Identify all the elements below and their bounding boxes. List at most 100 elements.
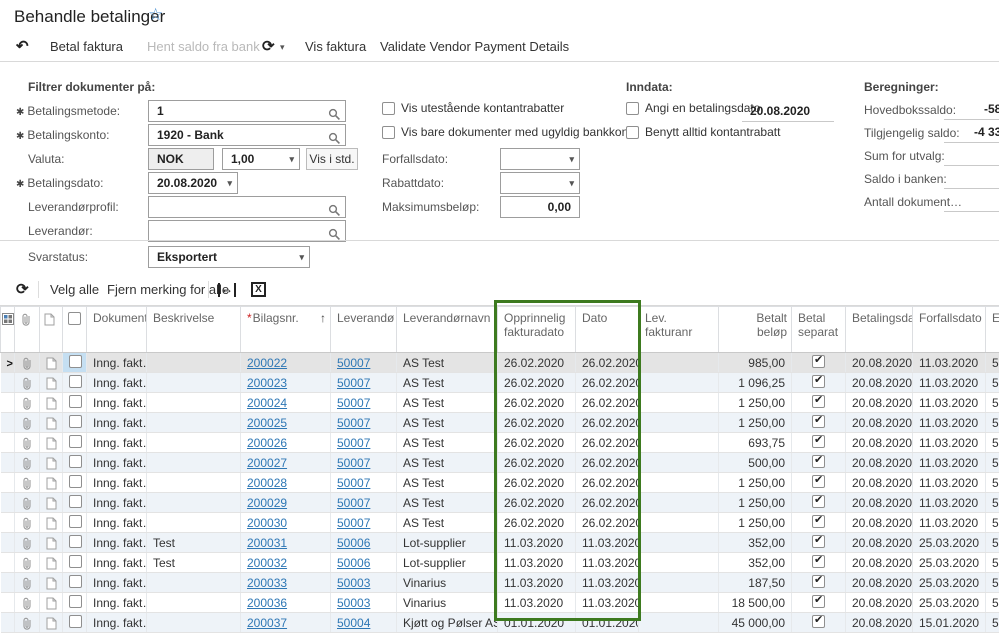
header-opprinnelig-fakturadato[interactable]: Opprinnelig fakturadato bbox=[498, 307, 576, 353]
leverandor-link[interactable]: 50003 bbox=[337, 596, 370, 610]
bilagsnr-cell[interactable]: 200037 bbox=[241, 613, 331, 633]
row-checkbox[interactable] bbox=[63, 493, 87, 513]
table-row[interactable]: Inng. fakt…20002450007AS Test26.02.20202… bbox=[1, 393, 999, 413]
betal-separat-cell[interactable] bbox=[792, 433, 846, 453]
bilagsnr-link[interactable]: 200024 bbox=[247, 396, 287, 410]
leverandor-cell[interactable]: 50006 bbox=[331, 533, 397, 553]
attachment-icon[interactable] bbox=[15, 573, 40, 593]
betal-separat-checkbox[interactable] bbox=[812, 515, 825, 528]
valuta-rate-dropdown[interactable]: 1,00▾ bbox=[222, 148, 300, 170]
header-betal-separat[interactable]: Betal separat bbox=[792, 307, 846, 353]
bilagsnr-link[interactable]: 200026 bbox=[247, 436, 287, 450]
leverandor-link[interactable]: 50007 bbox=[337, 416, 370, 430]
leverandorprofil-field[interactable] bbox=[148, 196, 346, 218]
bilagsnr-cell[interactable]: 200033 bbox=[241, 573, 331, 593]
note-icon[interactable] bbox=[40, 533, 63, 553]
note-icon[interactable] bbox=[40, 593, 63, 613]
select-all-checkbox[interactable] bbox=[63, 307, 87, 353]
note-icon[interactable] bbox=[40, 353, 63, 373]
table-row[interactable]: >Inng. fakt…20002250007AS Test26.02.2020… bbox=[1, 353, 999, 373]
betal-separat-cell[interactable] bbox=[792, 613, 846, 633]
validate-vendor-button[interactable]: Validate Vendor Payment Details bbox=[380, 33, 569, 61]
note-icon[interactable] bbox=[40, 553, 63, 573]
header-bilagsnr[interactable]: ↑*Bilagsnr. bbox=[241, 307, 331, 353]
grid-refresh-icon[interactable]: ⟳ bbox=[16, 274, 29, 305]
header-betalt-belop[interactable]: Betalt beløp bbox=[719, 307, 792, 353]
note-icon[interactable] bbox=[40, 513, 63, 533]
note-icon[interactable] bbox=[40, 573, 63, 593]
header-beskrivelse[interactable]: Beskrivelse bbox=[147, 307, 241, 353]
export-excel-icon[interactable]: X bbox=[251, 282, 266, 297]
leverandor-cell[interactable]: 50007 bbox=[331, 453, 397, 473]
leverandor-cell[interactable]: 50007 bbox=[331, 373, 397, 393]
row-checkbox[interactable] bbox=[63, 353, 87, 373]
leverandor-link[interactable]: 50004 bbox=[337, 616, 370, 630]
row-checkbox[interactable] bbox=[63, 573, 87, 593]
angi-betalingsdato-date[interactable]: 20.08.2020 bbox=[742, 102, 834, 122]
svarstatus-dropdown[interactable]: Eksportert▾ bbox=[148, 246, 310, 268]
attachment-icon[interactable] bbox=[15, 373, 40, 393]
leverandor-cell[interactable]: 50007 bbox=[331, 473, 397, 493]
note-icon[interactable] bbox=[40, 413, 63, 433]
bilagsnr-cell[interactable]: 200026 bbox=[241, 433, 331, 453]
row-checkbox[interactable] bbox=[63, 593, 87, 613]
table-row[interactable]: Inng. fakt…20003650003Vinarius11.03.2020… bbox=[1, 593, 999, 613]
bilagsnr-link[interactable]: 200033 bbox=[247, 576, 287, 590]
leverandor-link[interactable]: 50003 bbox=[337, 576, 370, 590]
bilagsnr-cell[interactable]: 200030 bbox=[241, 513, 331, 533]
attachment-icon[interactable] bbox=[15, 473, 40, 493]
betal-separat-checkbox[interactable] bbox=[812, 415, 825, 428]
bilagsnr-cell[interactable]: 200036 bbox=[241, 593, 331, 613]
attachment-icon[interactable] bbox=[15, 533, 40, 553]
header-dato[interactable]: Dato bbox=[576, 307, 639, 353]
leverandor-link[interactable]: 50007 bbox=[337, 436, 370, 450]
betal-faktura-button[interactable]: Betal faktura bbox=[50, 33, 123, 61]
note-icon[interactable] bbox=[40, 613, 63, 633]
betal-separat-cell[interactable] bbox=[792, 513, 846, 533]
bilagsnr-link[interactable]: 200027 bbox=[247, 456, 287, 470]
checkbox-icon[interactable] bbox=[382, 126, 395, 139]
fit-columns-icon[interactable]: ↔ bbox=[218, 283, 236, 297]
header-leverandornavn[interactable]: Leverandørnavn bbox=[397, 307, 498, 353]
betal-separat-checkbox[interactable] bbox=[812, 395, 825, 408]
leverandor-link[interactable]: 50007 bbox=[337, 476, 370, 490]
search-icon[interactable] bbox=[328, 224, 341, 244]
betal-separat-cell[interactable] bbox=[792, 373, 846, 393]
bilagsnr-link[interactable]: 200036 bbox=[247, 596, 287, 610]
leverandor-cell[interactable]: 50007 bbox=[331, 493, 397, 513]
leverandor-cell[interactable]: 50003 bbox=[331, 593, 397, 613]
table-row[interactable]: Inng. fakt…20002350007AS Test26.02.20202… bbox=[1, 373, 999, 393]
table-row[interactable]: Inng. fakt…20002650007AS Test26.02.20202… bbox=[1, 433, 999, 453]
row-checkbox[interactable] bbox=[63, 453, 87, 473]
fjern-merking-button[interactable]: Fjern merking for alle bbox=[107, 274, 229, 305]
leverandor-cell[interactable]: 50007 bbox=[331, 413, 397, 433]
bilagsnr-cell[interactable]: 200022 bbox=[241, 353, 331, 373]
vis-i-std-button[interactable]: Vis i std. bbox=[306, 148, 358, 170]
leverandor-link[interactable]: 50007 bbox=[337, 496, 370, 510]
leverandor-link[interactable]: 50007 bbox=[337, 456, 370, 470]
checkbox-icon[interactable] bbox=[626, 102, 639, 115]
bilagsnr-link[interactable]: 200028 bbox=[247, 476, 287, 490]
undo-icon[interactable]: ↶ bbox=[16, 33, 29, 61]
leverandor-cell[interactable]: 50003 bbox=[331, 573, 397, 593]
betal-separat-cell[interactable] bbox=[792, 473, 846, 493]
table-row[interactable]: Inng. fakt…20003750004Kjøtt og Pølser AS… bbox=[1, 613, 999, 633]
checkbox-icon[interactable] bbox=[626, 126, 639, 139]
betal-separat-cell[interactable] bbox=[792, 393, 846, 413]
benytt-kontantrabatt-checkbox[interactable]: Benytt alltid kontantrabatt bbox=[626, 125, 780, 139]
bilagsnr-link[interactable]: 200037 bbox=[247, 616, 287, 630]
attachment-icon[interactable] bbox=[15, 553, 40, 573]
header-lev-fakturanr[interactable]: Lev. fakturanr bbox=[639, 307, 719, 353]
leverandor-link[interactable]: 50007 bbox=[337, 376, 370, 390]
row-checkbox[interactable] bbox=[63, 373, 87, 393]
betalingsmetode-field[interactable]: 1 bbox=[148, 100, 346, 122]
betal-separat-checkbox[interactable] bbox=[812, 595, 825, 608]
bilagsnr-cell[interactable]: 200028 bbox=[241, 473, 331, 493]
betal-separat-checkbox[interactable] bbox=[812, 555, 825, 568]
betal-separat-checkbox[interactable] bbox=[812, 475, 825, 488]
betal-separat-cell[interactable] bbox=[792, 353, 846, 373]
checkbox-icon[interactable] bbox=[382, 102, 395, 115]
bilagsnr-cell[interactable]: 200025 bbox=[241, 413, 331, 433]
header-leverandor[interactable]: Leverandø bbox=[331, 307, 397, 353]
betalingsdato-field[interactable]: 20.08.2020▾ bbox=[148, 172, 238, 194]
